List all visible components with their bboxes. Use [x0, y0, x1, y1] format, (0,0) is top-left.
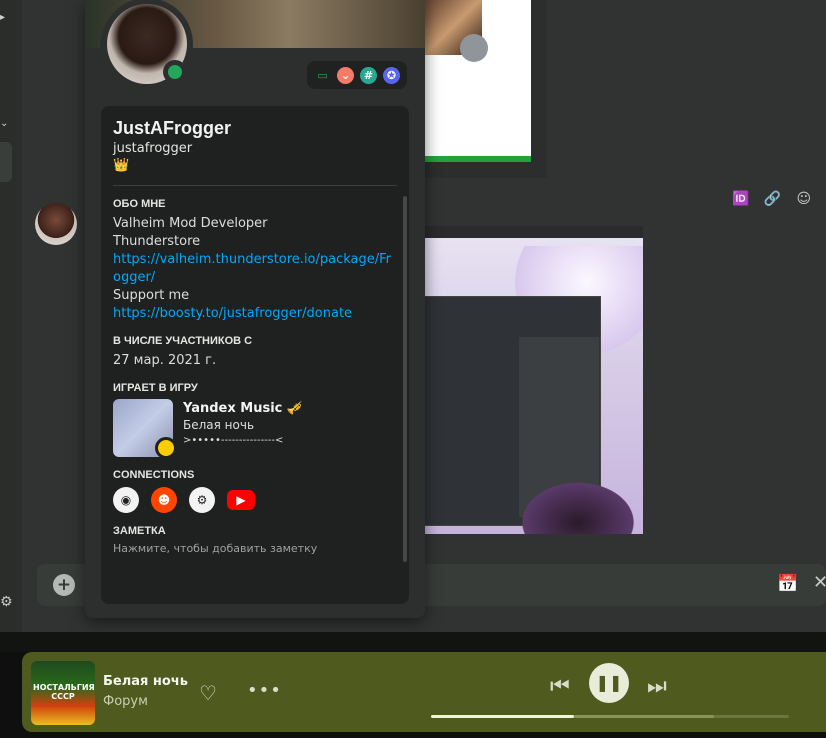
add-reaction-icon[interactable]: ☺ — [791, 186, 817, 212]
add-attachment-button[interactable]: + — [53, 574, 75, 596]
screenshot-topbar — [403, 226, 643, 238]
music-player: НОСТАЛЬГИЯ СССР Белая ночь Форум ♡ ••• ⏮… — [22, 652, 826, 732]
profile-card: JustAFrogger justafrogger 👑 ОБО МНЕ Valh… — [101, 106, 409, 604]
nitro-badge-icon[interactable]: ✪ — [383, 66, 400, 84]
activity-image — [113, 399, 177, 459]
app-directory-icon[interactable]: 🆔 — [728, 186, 754, 212]
about-heading: ОБО МНЕ — [113, 198, 166, 210]
thunderstore-link[interactable]: https://valheim.thunderstore.io/package/… — [113, 251, 397, 287]
like-button[interactable]: ♡ — [199, 681, 217, 705]
more-options-button[interactable]: ••• — [247, 680, 282, 701]
activity-progress: >•••••---------------< — [183, 435, 284, 446]
connections-heading: CONNECTIONS — [113, 469, 195, 481]
cover-text: НОСТАЛЬГИЯ СССР — [33, 683, 95, 701]
hashtag-badge-icon[interactable]: # — [360, 66, 377, 84]
gear-icon[interactable]: ⚙ — [0, 594, 13, 610]
activity-title: Yandex Music 🎺 — [183, 401, 304, 416]
chevron-icon: ⌄ — [0, 118, 9, 129]
message-author-avatar[interactable] — [35, 203, 77, 245]
member-since-date: 27 мар. 2021 г. — [113, 353, 217, 368]
previous-track-button[interactable]: ⏮ — [550, 674, 570, 699]
about-line: Support me — [113, 288, 190, 303]
desktop-icon[interactable]: ▭ — [314, 66, 331, 84]
activity-subtitle: Белая ночь — [183, 418, 255, 432]
playing-heading: ИГРАЕТ В ИГРУ — [113, 382, 198, 394]
about-line: Thunderstore — [113, 234, 201, 249]
channel-list-edge: ▸ ⌄ — [0, 0, 22, 632]
note-heading: ЗАМЕТКА — [113, 525, 166, 537]
profile-scrollbar[interactable] — [403, 196, 407, 562]
yandex-music-icon — [155, 437, 177, 459]
buffer-bar — [574, 715, 714, 718]
divider — [113, 185, 397, 186]
pause-button[interactable]: ❚❚ — [589, 663, 629, 703]
youtube-icon[interactable]: ▶ — [227, 490, 255, 510]
profile-badges: ▭ ⌄ # ✪ — [307, 61, 407, 89]
user-profile-popout: ▭ ⌄ # ✪ JustAFrogger justafrogger 👑 ОБО … — [85, 0, 425, 618]
activity[interactable]: Yandex Music 🎺 Белая ночь >•••••--------… — [113, 399, 397, 459]
display-name: JustAFrogger — [113, 118, 232, 138]
about-line: Valheim Mod Developer — [113, 216, 268, 231]
pin-icon[interactable]: 📌 — [823, 186, 826, 212]
note-input[interactable]: Нажмите, чтобы добавить заметку — [113, 542, 397, 555]
close-icon[interactable]: ✕ — [813, 572, 826, 593]
github-icon — [460, 34, 488, 62]
boosty-link[interactable]: https://boosty.to/justafrogger/donate — [113, 305, 397, 323]
arrow-icon: ▸ — [0, 12, 6, 23]
heart-badge-icon[interactable]: ⌄ — [337, 66, 354, 84]
progress-fill — [431, 715, 575, 718]
link-icon[interactable]: 🔗 — [760, 186, 786, 212]
progress-bar[interactable] — [431, 715, 789, 718]
github-embed[interactable] — [422, 0, 547, 178]
track-title[interactable]: Белая ночь — [103, 674, 188, 689]
screen: ▸ ⌄ 🆔 🔗 ☺ 📌 + 📅 ✕ ⚙ — [0, 0, 826, 738]
next-track-button[interactable]: ⏭ — [647, 674, 667, 699]
status-indicator — [163, 60, 187, 84]
calendar-icon[interactable]: 📅 — [777, 574, 798, 594]
steam-icon[interactable]: ⚙ — [189, 487, 215, 513]
album-cover[interactable]: НОСТАЛЬГИЯ СССР — [31, 661, 95, 725]
github-icon[interactable]: ◉ — [113, 487, 139, 513]
custom-status-emoji: 👑 — [113, 158, 130, 173]
member-since-heading: В ЧИСЛЕ УЧАСТНИКОВ С — [113, 335, 253, 347]
attached-screenshot[interactable] — [403, 226, 643, 534]
embed-accent-bar — [422, 156, 531, 162]
player-separator — [0, 632, 826, 652]
message-hover-toolbar: 🆔 🔗 ☺ 📌 — [722, 184, 826, 214]
screenshot-art-bottom — [513, 476, 643, 534]
reddit-icon[interactable]: ☻ — [151, 487, 177, 513]
connections-list: ◉ ☻ ⚙ ▶ — [113, 487, 397, 513]
username: justafrogger — [113, 141, 193, 156]
selected-channel-indicator[interactable] — [0, 142, 12, 182]
track-artist[interactable]: Форум — [103, 694, 148, 709]
online-dot — [168, 65, 182, 79]
embed-card — [422, 0, 531, 162]
activity-text: Yandex Music 🎺 Белая ночь >•••••--------… — [183, 399, 303, 457]
